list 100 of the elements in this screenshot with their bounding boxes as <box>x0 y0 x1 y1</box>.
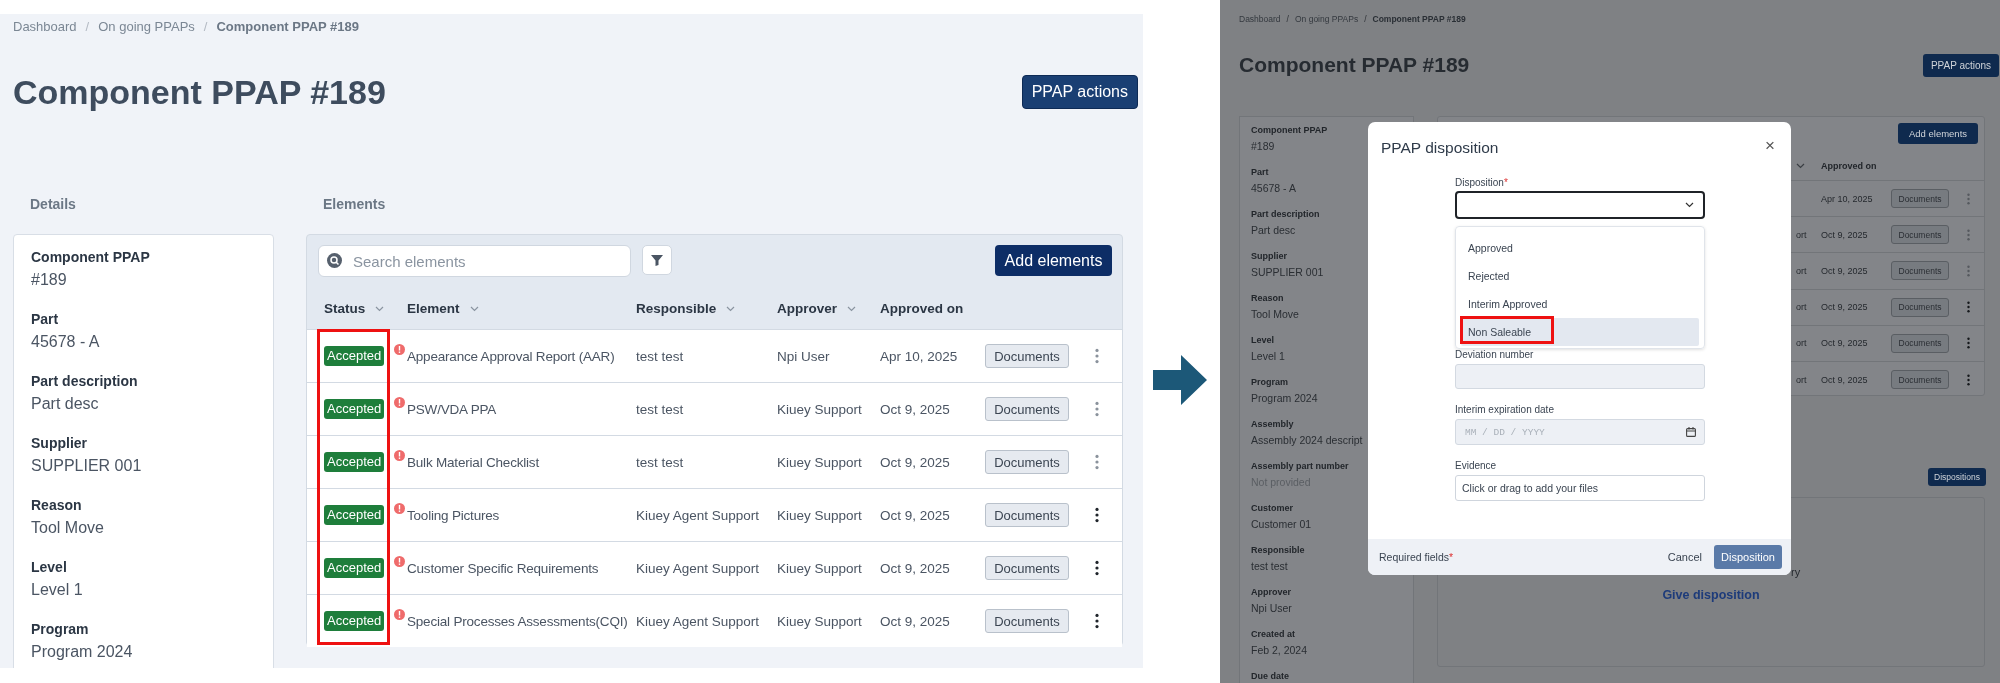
table-cell-text: test test <box>636 454 685 470</box>
dropdown-option[interactable]: Non Saleable <box>1461 318 1699 346</box>
table-cell-text: Oct 9, 2025 <box>880 560 951 576</box>
section-heading: Details <box>30 196 77 212</box>
status-badge: Accepted <box>324 505 385 525</box>
detail-label: Customer <box>1251 502 1293 514</box>
table-cell-text: Apr 10, 2025 <box>880 348 959 364</box>
detail-label: Reason <box>1251 292 1284 304</box>
detail-label: Assembly part number <box>1251 460 1349 472</box>
more-options-icon[interactable] <box>1095 613 1099 629</box>
page-title: Component PPAP #189 <box>13 72 386 112</box>
ppap-actions-button[interactable]: PPAP actions <box>1021 75 1138 109</box>
detail-value: Level 1 <box>1251 349 1285 364</box>
table-cell-text: Oct 9, 2025 <box>880 507 951 523</box>
required-fields-note: Required fields* <box>1379 551 1454 563</box>
table-cell-text: Oct 9, 2025 <box>880 401 951 417</box>
column-header[interactable]: Element <box>407 301 460 316</box>
table-cell-text: Appearance Approval Report (AAR) <box>407 348 616 364</box>
table-cell-text: ort <box>1796 302 1808 313</box>
column-header[interactable]: Approved on <box>880 301 964 316</box>
detail-label: Assembly <box>1251 418 1294 430</box>
breadcrumb-separator: / <box>203 20 208 34</box>
arrow-icon <box>1153 355 1207 405</box>
detail-value: Tool Move <box>31 518 105 538</box>
detail-label: Supplier <box>31 435 88 452</box>
field-label: Evidence <box>1455 460 1498 472</box>
column-header[interactable]: Approver <box>777 301 837 316</box>
detail-value: Customer 01 <box>1251 517 1312 532</box>
documents-button[interactable]: Documents <box>985 397 1069 421</box>
dropdown-option[interactable]: Approved <box>1461 234 1699 262</box>
detail-label: Component PPAP <box>31 249 151 266</box>
dropdown-option[interactable]: Rejected <box>1461 262 1699 290</box>
dropdown-option[interactable]: Interim Approved <box>1461 290 1699 318</box>
table-cell-text: Kiuey Agent Support <box>636 560 761 576</box>
detail-label: Approver <box>1251 586 1291 598</box>
table-cell-text: Kiuey Support <box>777 560 863 576</box>
table-cell-text: Npi User <box>777 348 831 364</box>
chevron-down-icon <box>1685 202 1694 208</box>
dispositions-button[interactable]: Dispositions <box>1928 468 1986 486</box>
chevron-down-icon <box>1796 163 1805 169</box>
documents-button[interactable]: Documents <box>985 503 1069 527</box>
card-text: ry <box>1791 565 1802 579</box>
documents-button[interactable]: Documents <box>985 344 1069 368</box>
detail-value: SUPPLIER 001 <box>1251 265 1324 280</box>
table-cell-text: Kiuey Support <box>777 401 863 417</box>
detail-value: Program 2024 <box>1251 391 1318 406</box>
detail-value: #189 <box>1251 139 1275 154</box>
detail-value: Program 2024 <box>31 642 134 662</box>
detail-label: Level <box>31 559 68 576</box>
table-cell-text: Kiuey Support <box>777 454 863 470</box>
status-badge: Accepted <box>324 346 385 366</box>
table-cell-text: Oct 9, 2025 <box>880 454 951 470</box>
more-options-icon[interactable] <box>1095 560 1099 576</box>
breadcrumb-current: Component PPAP #189 <box>216 20 359 34</box>
section-heading: Elements <box>323 196 386 212</box>
table-cell-text: Customer Specific Requirements <box>407 560 600 576</box>
ppap-actions-button[interactable]: PPAP actions <box>1923 53 1999 77</box>
status-badge: Accepted <box>324 611 385 631</box>
table-cell-text: Apr 10, 2025 <box>1821 193 1874 204</box>
table-cell-text: ort <box>1796 229 1808 240</box>
status-badge: Accepted <box>324 558 385 578</box>
file-drop-field[interactable]: Click or drag to add your files <box>1455 475 1705 501</box>
detail-label: Reason <box>31 497 83 514</box>
filter-button[interactable] <box>642 245 672 275</box>
column-header[interactable]: Responsible <box>636 301 717 316</box>
documents-button[interactable]: Documents <box>985 450 1069 474</box>
detail-value: Tool Move <box>1251 307 1299 322</box>
close-button[interactable]: × <box>1765 136 1775 156</box>
cancel-button[interactable]: Cancel <box>1667 551 1702 563</box>
search-field[interactable]: Search elements <box>318 245 631 277</box>
detail-value: Assembly 2024 descript <box>1251 433 1363 448</box>
breadcrumb-separator: / <box>1286 14 1289 24</box>
page-title: Component PPAP #189 <box>1239 53 1470 77</box>
table-cell-text: Oct 9, 2025 <box>880 613 951 629</box>
table-cell-text: PSW/VDA PPA <box>407 401 498 417</box>
detail-label: Level <box>1251 334 1274 346</box>
table-cell-text: Kiuey Support <box>777 613 863 629</box>
add-elements-button[interactable]: Add elements <box>995 245 1112 276</box>
table-cell-text: Kiuey Agent Support <box>636 507 761 523</box>
detail-value: SUPPLIER 001 <box>31 456 143 476</box>
more-options-icon[interactable] <box>1095 507 1099 523</box>
table-cell-text: Oct 9, 2025 <box>1821 229 1869 240</box>
table-cell-text: Oct 9, 2025 <box>1821 338 1869 349</box>
detail-value: Part desc <box>31 394 100 414</box>
disposition-button[interactable]: Disposition <box>1714 545 1782 569</box>
column-header[interactable]: Approved on <box>1821 161 1891 171</box>
breadcrumb-separator: / <box>85 20 90 34</box>
status-badge: Accepted <box>324 452 385 472</box>
detail-label: Component PPAP <box>1251 124 1328 136</box>
detail-value: 45678 - A <box>31 332 101 352</box>
field-label: Interim expiration date <box>1455 404 1555 416</box>
column-header[interactable]: Status <box>324 301 366 316</box>
documents-button[interactable]: Documents <box>985 556 1069 580</box>
table-cell-text: Oct 9, 2025 <box>1821 265 1869 276</box>
table-cell-text: ort <box>1796 265 1808 276</box>
calendar-icon <box>1686 427 1696 437</box>
dropdown-field[interactable] <box>1455 191 1705 219</box>
add-elements-button[interactable]: Add elements <box>1898 123 1978 144</box>
documents-button[interactable]: Documents <box>985 609 1069 633</box>
detail-value: Feb 2, 2024 <box>1251 643 1308 658</box>
